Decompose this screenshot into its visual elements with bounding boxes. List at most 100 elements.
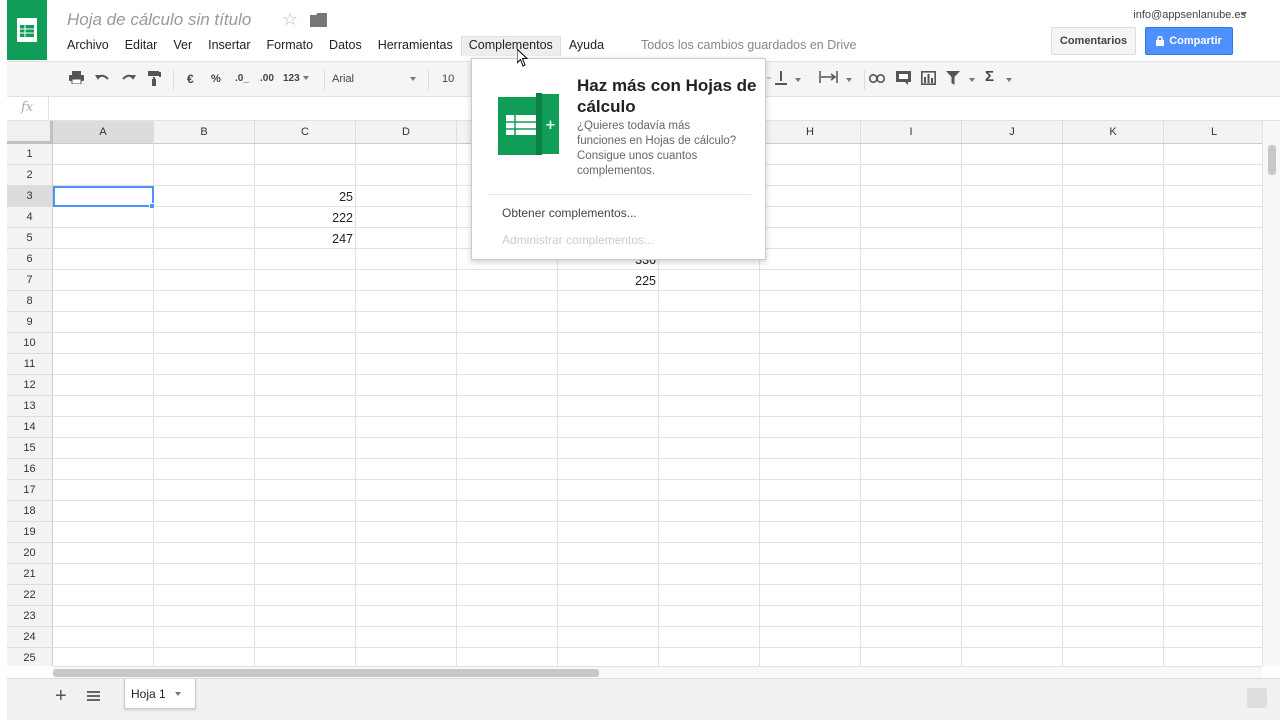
increase-decimals-button[interactable]: .00 <box>260 71 274 87</box>
vertical-scrollbar[interactable] <box>1262 121 1280 666</box>
addons-sheets-icon: + <box>498 92 561 158</box>
row-header-23[interactable]: 23 <box>7 606 53 627</box>
paint-format-icon[interactable] <box>148 71 161 87</box>
redo-icon[interactable] <box>122 71 136 87</box>
column-header-j[interactable]: J <box>962 121 1063 144</box>
row-header-4[interactable]: 4 <box>7 207 53 228</box>
row-header-5[interactable]: 5 <box>7 228 53 249</box>
menu-herramientas[interactable]: Herramientas <box>370 36 461 56</box>
all-sheets-list-icon[interactable] <box>87 691 100 702</box>
menu-editar[interactable]: Editar <box>117 36 166 56</box>
vertical-align-icon[interactable] <box>767 71 787 87</box>
spreadsheet-app: Hoja de cálculo sin título ☆ Archivo Edi… <box>0 0 1280 720</box>
menu-archivo[interactable]: Archivo <box>59 36 117 56</box>
row-header-13[interactable]: 13 <box>7 396 53 417</box>
column-header-k[interactable]: K <box>1063 121 1164 144</box>
row-header-18[interactable]: 18 <box>7 501 53 522</box>
sheets-logo[interactable] <box>7 0 47 60</box>
fill-handle[interactable] <box>149 203 155 209</box>
addons-popup-title: Haz más con Hojas de cálculo <box>577 76 757 116</box>
number-format-dropdown[interactable]: 123 <box>283 71 309 87</box>
row-header-9[interactable]: 9 <box>7 312 53 333</box>
select-all-corner[interactable] <box>7 121 53 144</box>
menu-insertar[interactable]: Insertar <box>200 36 258 56</box>
save-status[interactable]: Todos los cambios guardados en Drive <box>641 38 856 52</box>
column-header-d[interactable]: D <box>356 121 457 144</box>
row-header-8[interactable]: 8 <box>7 291 53 312</box>
header: Hoja de cálculo sin título ☆ Archivo Edi… <box>0 0 1280 61</box>
addons-popup: + Haz más con Hojas de cálculo ¿Quieres … <box>471 58 766 260</box>
horizontal-scroll-thumb[interactable] <box>53 669 599 677</box>
row-header-24[interactable]: 24 <box>7 627 53 648</box>
filter-caret-icon[interactable] <box>966 71 975 87</box>
row-header-15[interactable]: 15 <box>7 438 53 459</box>
folder-icon[interactable] <box>310 13 327 30</box>
insert-chart-icon[interactable] <box>921 71 936 87</box>
sheets-logo-icon <box>17 18 37 42</box>
menu-complementos[interactable]: Complementos <box>460 36 561 56</box>
document-title[interactable]: Hoja de cálculo sin título <box>67 10 251 30</box>
row-header-1[interactable]: 1 <box>7 144 53 165</box>
menu-ver[interactable]: Ver <box>165 36 200 56</box>
menu-ayuda[interactable]: Ayuda <box>561 36 612 56</box>
row-header-11[interactable]: 11 <box>7 354 53 375</box>
column-header-h[interactable]: H <box>760 121 861 144</box>
column-header-c[interactable]: C <box>255 121 356 144</box>
menu-formato[interactable]: Formato <box>259 36 322 56</box>
percent-format-button[interactable]: % <box>211 71 221 87</box>
menu-datos[interactable]: Datos <box>321 36 370 56</box>
font-size-dropdown[interactable]: 10 <box>442 71 454 87</box>
row-header-21[interactable]: 21 <box>7 564 53 585</box>
column-header-i[interactable]: I <box>861 121 962 144</box>
row-header-2[interactable]: 2 <box>7 165 53 186</box>
manage-addons-item: Administrar complementos... <box>502 233 655 247</box>
row-header-19[interactable]: 19 <box>7 522 53 543</box>
share-button[interactable]: Compartir <box>1145 27 1233 55</box>
column-header-l[interactable]: L <box>1164 121 1265 144</box>
row-header-7[interactable]: 7 <box>7 270 53 291</box>
cell-c5[interactable]: 247 <box>255 228 356 249</box>
currency-format-button[interactable]: € <box>187 71 194 87</box>
cell-c3[interactable]: 25 <box>255 186 356 207</box>
column-header-a[interactable]: A <box>53 121 154 144</box>
text-wrap-icon[interactable] <box>819 71 841 87</box>
row-header-10[interactable]: 10 <box>7 333 53 354</box>
functions-caret-icon[interactable] <box>1003 71 1012 87</box>
star-icon[interactable]: ☆ <box>282 9 298 30</box>
row-header-25[interactable]: 25 <box>7 648 53 666</box>
row-header-17[interactable]: 17 <box>7 480 53 501</box>
row-header-20[interactable]: 20 <box>7 543 53 564</box>
sheet-tab[interactable]: Hoja 1 <box>124 679 196 709</box>
text-wrap-caret-icon[interactable] <box>843 71 852 87</box>
horizontal-scrollbar[interactable] <box>53 666 1262 678</box>
row-header-14[interactable]: 14 <box>7 417 53 438</box>
vertical-scroll-thumb[interactable] <box>1268 145 1276 175</box>
row-header-3[interactable]: 3 <box>7 186 53 207</box>
sheet-tab-label: Hoja 1 <box>131 686 166 701</box>
insert-link-icon[interactable] <box>869 71 885 87</box>
decrease-decimals-button[interactable]: .0_ <box>235 71 249 87</box>
undo-icon[interactable] <box>95 71 109 87</box>
account-caret-icon[interactable] <box>1241 12 1247 16</box>
row-header-12[interactable]: 12 <box>7 375 53 396</box>
get-addons-item[interactable]: Obtener complementos... <box>502 206 637 220</box>
vertical-align-caret-icon[interactable] <box>792 71 801 87</box>
sheet-bar: + Hoja 1 <box>7 678 1280 720</box>
row-header-22[interactable]: 22 <box>7 585 53 606</box>
insert-comment-icon[interactable] <box>896 71 911 87</box>
add-sheet-button[interactable]: + <box>55 685 67 708</box>
explore-icon[interactable] <box>1247 688 1267 708</box>
menu-bar: Archivo Editar Ver Insertar Formato Dato… <box>59 36 612 56</box>
column-header-b[interactable]: B <box>154 121 255 144</box>
font-family-dropdown[interactable]: Arial <box>332 71 416 87</box>
cell-c4[interactable]: 222 <box>255 207 356 228</box>
functions-button[interactable]: Σ <box>985 69 994 85</box>
sheet-tab-caret-icon[interactable] <box>174 691 181 696</box>
filter-icon[interactable] <box>946 71 960 87</box>
row-header-6[interactable]: 6 <box>7 249 53 270</box>
cell-f7[interactable]: 225 <box>558 270 659 291</box>
row-header-16[interactable]: 16 <box>7 459 53 480</box>
print-icon[interactable] <box>69 71 84 87</box>
account-email[interactable]: info@appsenlanube.es <box>1133 9 1246 21</box>
comments-button[interactable]: Comentarios <box>1051 27 1136 55</box>
